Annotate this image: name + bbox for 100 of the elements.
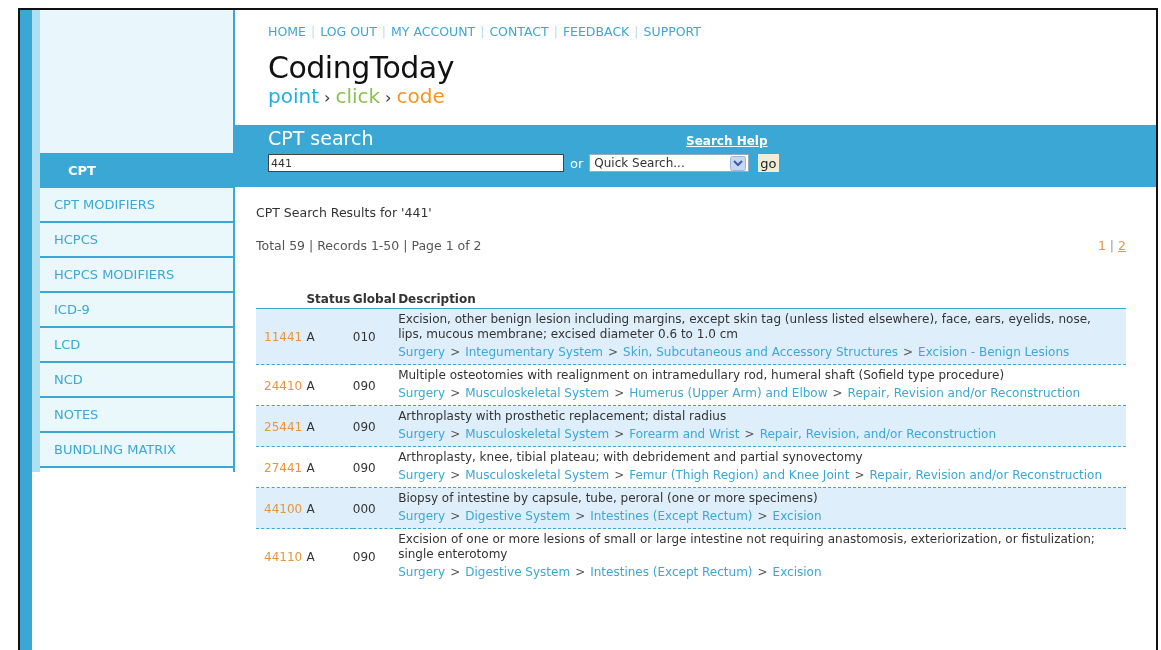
code-link[interactable]: 44110	[264, 550, 303, 564]
code-link[interactable]: 11441	[264, 330, 303, 344]
description-text: Excision of one or more lesions of small or large intestine not requiring anastomosis, exteriorization, or fistulization; single enterotomy	[398, 531, 1096, 562]
category-link[interactable]: Surgery	[398, 427, 446, 441]
category-link[interactable]: Repair, Revision and/or Reconstruction	[847, 386, 1081, 400]
quick-search-dropdown[interactable]: Quick Search...	[589, 154, 750, 172]
description-text: Biopsy of intestine by capsule, tube, peroral (one or more specimens)	[398, 490, 819, 506]
category-link[interactable]: Digestive System	[465, 565, 571, 579]
category-link[interactable]: Repair, Revision, and/or Reconstruction	[759, 427, 996, 441]
logo-name: CodingToday	[268, 51, 455, 85]
tagline-word: code	[396, 85, 445, 107]
description-text: Multiple osteotomies with realignment on intramedullary rod, humeral shaft (Sofield type procedure)	[398, 367, 1006, 383]
path-separator: >	[450, 345, 461, 359]
nav-link[interactable]: CONTACT	[489, 24, 549, 39]
category-link[interactable]: Surgery	[398, 468, 446, 482]
category-link[interactable]: Repair, Revision and/or Reconstruction	[869, 468, 1102, 482]
page-link[interactable]: 2	[1118, 238, 1126, 253]
sidebar-item[interactable]: ICD-9	[40, 293, 233, 328]
code-link[interactable]: 24410	[264, 378, 303, 393]
page-link[interactable]: 1	[1097, 238, 1106, 253]
category-link[interactable]: Surgery	[398, 565, 446, 579]
category-link[interactable]: Excision - Benign Lesions	[918, 345, 1070, 359]
sidebar-item[interactable]: CPT MODIFIERS	[40, 188, 233, 223]
nav-link[interactable]: FEEDBACK	[562, 24, 630, 39]
tagline-separator: ›	[324, 87, 331, 109]
column-header: Description	[398, 292, 476, 306]
tagline-separator: ›	[385, 87, 392, 109]
search-field[interactable]: 441	[268, 154, 564, 172]
status-cell: A	[306, 330, 315, 344]
status-cell: A	[306, 460, 315, 475]
nav-link[interactable]: MY ACCOUNT	[391, 24, 476, 39]
status-cell: A	[306, 378, 315, 393]
path-separator: >	[903, 345, 914, 359]
path-separator: >	[832, 386, 843, 400]
sidebar-item[interactable]: CPT	[40, 153, 233, 188]
sidebar-item[interactable]: BUNDLING MATRIX	[40, 433, 233, 468]
status-cell: A	[306, 501, 315, 516]
path-separator: >	[614, 468, 625, 482]
results-heading: CPT Search Results for '441'	[256, 205, 433, 220]
category-link[interactable]: Excision	[772, 565, 822, 579]
nav-separator: |	[553, 24, 558, 39]
path-separator: >	[575, 565, 586, 579]
tagline-word: click	[335, 85, 381, 107]
path-separator: >	[450, 468, 461, 482]
category-link[interactable]: Surgery	[398, 509, 446, 523]
category-link[interactable]: Intestines (Except Rectum)	[590, 565, 753, 579]
code-link[interactable]: 27441	[264, 460, 303, 475]
nav-separator: |	[634, 24, 639, 39]
search-help-link[interactable]: Search Help	[686, 134, 768, 149]
category-link[interactable]: Digestive System	[465, 509, 571, 523]
global-cell: 000	[352, 501, 376, 516]
path-separator: >	[608, 345, 619, 359]
path-separator: >	[450, 509, 461, 523]
path-separator: >	[450, 565, 461, 579]
path-separator: >	[450, 386, 461, 400]
nav-separator: |	[381, 24, 386, 39]
category-link[interactable]: Femur (Thigh Region) and Knee Joint	[629, 468, 850, 482]
global-cell: 090	[352, 419, 376, 434]
category-link[interactable]: Humerus (Upper Arm) and Elbow	[629, 386, 828, 400]
sidebar-item[interactable]: LCD	[40, 328, 233, 363]
status-cell: A	[306, 550, 315, 564]
global-cell: 090	[352, 378, 376, 393]
category-link[interactable]: Surgery	[398, 386, 446, 400]
category-link[interactable]: Forearm and Wrist	[629, 427, 740, 441]
category-link[interactable]: Musculoskeletal System	[465, 468, 610, 482]
category-link[interactable]: Surgery	[398, 345, 446, 359]
or-label: or	[570, 155, 584, 171]
category-link[interactable]: Integumentary System	[465, 345, 603, 359]
nav-separator: |	[310, 24, 316, 39]
path-separator: >	[757, 509, 768, 523]
search-title: CPT search	[268, 127, 375, 149]
results-summary: Total 59 | Records 1-50 | Page 1 of 2	[256, 238, 482, 253]
sidebar-item[interactable]: NCD	[40, 363, 233, 398]
category-link[interactable]: Skin, Subcutaneous and Accessory Structures	[623, 345, 899, 359]
nav-link[interactable]: SUPPORT	[643, 24, 701, 39]
status-cell: A	[306, 419, 315, 434]
category-link[interactable]: Musculoskeletal System	[465, 427, 610, 441]
description-text: Arthroplasty, knee, tibial plateau; with debridement and partial synovectomy	[398, 449, 864, 465]
path-separator: >	[575, 509, 586, 523]
category-link[interactable]: Excision	[772, 509, 822, 523]
column-header: Status	[306, 292, 351, 306]
description-text: Arthroplasty with prosthetic replacement; distal radius	[398, 408, 728, 424]
path-separator: >	[614, 386, 625, 400]
path-separator: >	[854, 468, 865, 482]
path-separator: >	[757, 565, 768, 579]
nav-separator: |	[480, 24, 485, 39]
global-cell: 090	[352, 460, 376, 475]
nav-link[interactable]: LOG OUT	[320, 24, 377, 39]
go-button[interactable]: go	[758, 154, 779, 172]
category-link[interactable]: Intestines (Except Rectum)	[590, 509, 753, 523]
description-text: Excision, other benign lesion including margins, except skin tag (unless listed elsewhere), face, ears, eyelids, nose, lips, mucous membrane; excised diameter 0.6 to 1.0 cm	[398, 311, 1092, 342]
sidebar-item[interactable]: HCPCS MODIFIERS	[40, 258, 233, 293]
path-separator: >	[450, 427, 461, 441]
path-separator: >	[744, 427, 755, 441]
path-separator: >	[614, 427, 625, 441]
sidebar-item[interactable]: HCPCS	[40, 223, 233, 258]
category-link[interactable]: Musculoskeletal System	[465, 386, 610, 400]
sidebar-item[interactable]: NOTES	[40, 398, 233, 433]
tagline-word: point	[268, 85, 319, 107]
nav-link[interactable]: HOME	[268, 24, 306, 39]
